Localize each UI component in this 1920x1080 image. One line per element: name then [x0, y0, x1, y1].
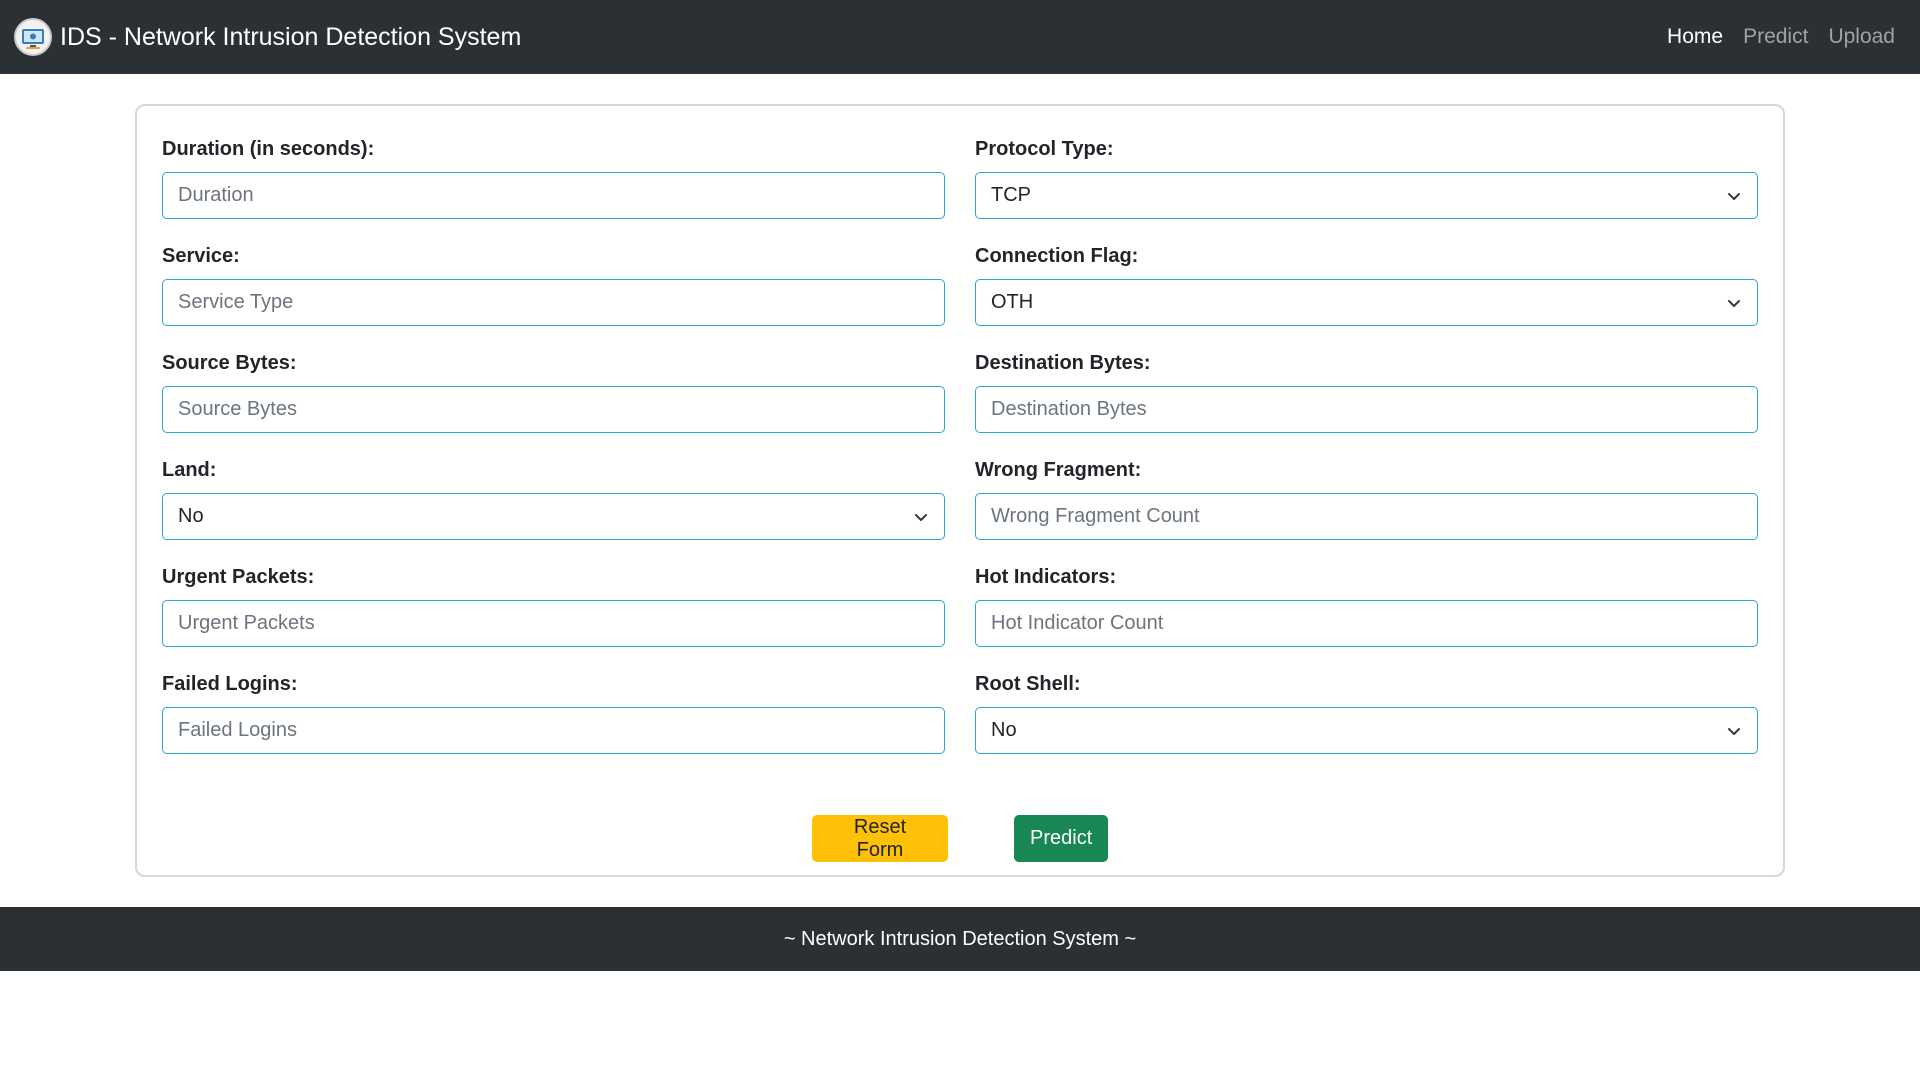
protocol-field: Protocol Type: TCP — [975, 136, 1758, 243]
service-input[interactable] — [162, 279, 945, 326]
failed-logins-label: Failed Logins: — [162, 673, 298, 695]
chevron-down-icon — [1728, 192, 1740, 200]
flag-select[interactable]: OTH — [975, 279, 1758, 326]
app-title: IDS - Network Intrusion Detection System — [60, 22, 522, 51]
failed-logins-field: Failed Logins: — [162, 671, 945, 778]
prediction-form-card: Duration (in seconds): Protocol Type: TC… — [135, 104, 1785, 877]
wrong-fragment-field: Wrong Fragment: — [975, 457, 1758, 564]
source-bytes-field: Source Bytes: — [162, 350, 945, 457]
urgent-packets-field: Urgent Packets: — [162, 564, 945, 671]
source-bytes-label: Source Bytes: — [162, 352, 297, 374]
root-shell-label: Root Shell: — [975, 673, 1081, 695]
wrong-fragment-input[interactable] — [975, 493, 1758, 540]
urgent-packets-input[interactable] — [162, 600, 945, 647]
destination-bytes-input[interactable] — [975, 386, 1758, 433]
duration-label: Duration (in seconds): — [162, 138, 375, 160]
form-grid: Duration (in seconds): Protocol Type: TC… — [162, 136, 1760, 778]
flag-select-value: OTH — [991, 291, 1034, 313]
flag-label: Connection Flag: — [975, 245, 1139, 267]
nav-link-predict[interactable]: Predict — [1743, 25, 1808, 49]
root-shell-field: Root Shell: No — [975, 671, 1758, 778]
urgent-packets-label: Urgent Packets: — [162, 566, 315, 588]
wrong-fragment-label: Wrong Fragment: — [975, 459, 1142, 481]
service-label: Service: — [162, 245, 240, 267]
brand[interactable]: IDS - Network Intrusion Detection System — [14, 18, 521, 56]
land-select-value: No — [178, 505, 204, 527]
predict-button[interactable]: Predict — [1014, 815, 1108, 862]
land-field: Land: No — [162, 457, 945, 564]
ids-logo-icon — [14, 18, 52, 56]
hot-indicators-input[interactable] — [975, 600, 1758, 647]
reset-form-button[interactable]: Reset Form — [812, 815, 948, 862]
flag-field: Connection Flag: OTH — [975, 243, 1758, 350]
duration-input[interactable] — [162, 172, 945, 219]
hot-indicators-field: Hot Indicators: — [975, 564, 1758, 671]
duration-field: Duration (in seconds): — [162, 136, 945, 243]
nav-links: Home Predict Upload — [1667, 25, 1895, 49]
footer: ~ Network Intrusion Detection System ~ — [0, 907, 1920, 971]
chevron-down-icon — [915, 513, 927, 521]
nav-link-upload[interactable]: Upload — [1828, 25, 1895, 49]
chevron-down-icon — [1728, 727, 1740, 735]
form-buttons: Reset Form Predict — [137, 815, 1783, 862]
protocol-select-value: TCP — [991, 184, 1031, 206]
destination-bytes-field: Destination Bytes: — [975, 350, 1758, 457]
land-select[interactable]: No — [162, 493, 945, 540]
source-bytes-input[interactable] — [162, 386, 945, 433]
land-label: Land: — [162, 459, 217, 481]
navbar: IDS - Network Intrusion Detection System… — [0, 0, 1920, 74]
destination-bytes-label: Destination Bytes: — [975, 352, 1151, 374]
root-shell-select-value: No — [991, 719, 1017, 741]
nav-link-home[interactable]: Home — [1667, 25, 1723, 49]
footer-text: ~ Network Intrusion Detection System ~ — [783, 927, 1137, 950]
chevron-down-icon — [1728, 299, 1740, 307]
root-shell-select[interactable]: No — [975, 707, 1758, 754]
protocol-label: Protocol Type: — [975, 138, 1114, 160]
protocol-select[interactable]: TCP — [975, 172, 1758, 219]
hot-indicators-label: Hot Indicators: — [975, 566, 1117, 588]
service-field: Service: — [162, 243, 945, 350]
failed-logins-input[interactable] — [162, 707, 945, 754]
